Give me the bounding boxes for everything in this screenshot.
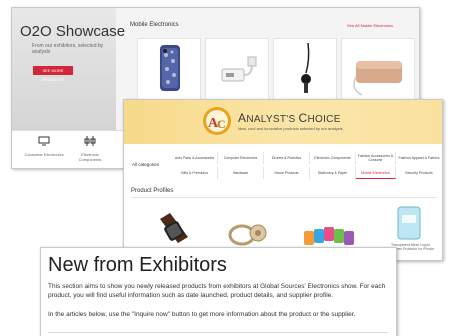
analysts-choice-banner: A C ANALYST'S CHOICE New, cool and innov… <box>124 100 442 144</box>
cat-stationery-paper[interactable]: Stationery & Paper <box>310 167 356 179</box>
phone-case-image <box>160 45 180 91</box>
see-more-products-button[interactable]: SEE MORE PRODUCTS <box>33 66 73 82</box>
cat-gifts-premiums[interactable]: Gifts & Premiums <box>172 167 218 179</box>
screen-protector-image <box>397 206 421 240</box>
power-bank-image <box>353 61 402 96</box>
o2o-subtitle: From our exhibitors, selected by analyst… <box>32 43 104 55</box>
o2o-title: O2O Showcase <box>20 23 126 40</box>
product-tile-power-bank[interactable] <box>341 38 415 104</box>
product-tile-adapter[interactable] <box>205 38 269 104</box>
cat-security-products[interactable]: Security Products <box>396 167 442 179</box>
category-electronic-components[interactable]: Electronic Components <box>70 136 110 162</box>
analysts-choice-card: A C ANALYST'S CHOICE New, cool and innov… <box>123 99 443 261</box>
all-categories-label[interactable]: All categories <box>132 162 159 167</box>
monitor-icon <box>24 136 64 150</box>
intro-paragraph: This section aims to show you newly rele… <box>48 283 386 299</box>
see-all-link[interactable]: See All Mobile Electronics <box>347 23 393 28</box>
inquire-paragraph: In the articles below, use the "Inquire … <box>48 311 356 318</box>
earphone-image <box>301 42 311 93</box>
usb-adapter-image <box>221 56 257 82</box>
cat-home-products[interactable]: Home Products <box>264 167 310 179</box>
o2o-category-heading: Mobile Electronics <box>130 22 179 28</box>
cat-hardware[interactable]: Hardware <box>218 167 264 179</box>
cat-electronic-components[interactable]: Electronic Components <box>310 152 356 164</box>
category-consumer-electronics[interactable]: Consumer Electronics <box>24 136 64 157</box>
cat-mobile-electronics[interactable]: Mobile Electronics <box>356 167 396 179</box>
section-divider <box>131 197 437 198</box>
divider <box>48 332 388 333</box>
product-tile-phone-case[interactable] <box>137 38 201 104</box>
analysts-choice-title: ANALYST'S CHOICE <box>238 111 341 125</box>
cat-auto-parts[interactable]: Auto Parts & Accessories <box>172 152 218 164</box>
analysts-choice-logo: A C <box>203 107 231 135</box>
page-title: New from Exhibitors <box>48 254 227 276</box>
components-icon <box>70 136 110 150</box>
new-from-exhibitors-card: New from Exhibitors This section aims to… <box>40 247 397 336</box>
screen-protector-caption: Transparent Mesh Liquid Screen Protector… <box>391 243 435 255</box>
product-profiles-heading: Product Profiles <box>131 188 174 194</box>
cat-fashion-apparel[interactable]: Fashion Apparel & Fabrics <box>396 152 442 164</box>
product-tile-earphone[interactable] <box>273 38 337 104</box>
cat-drones-robotics[interactable]: Drones & Robotics <box>264 152 310 164</box>
o2o-hero-panel: O2O Showcase From our exhibitors, select… <box>12 8 125 130</box>
svg-text:C: C <box>217 117 226 131</box>
analysts-choice-tagline: New, cool and innovative products select… <box>238 126 343 131</box>
cat-fashion-accessories[interactable]: Fashion Accessories & Costume <box>356 152 396 164</box>
cat-computer-electronics[interactable]: Computer Electronics <box>218 152 264 164</box>
